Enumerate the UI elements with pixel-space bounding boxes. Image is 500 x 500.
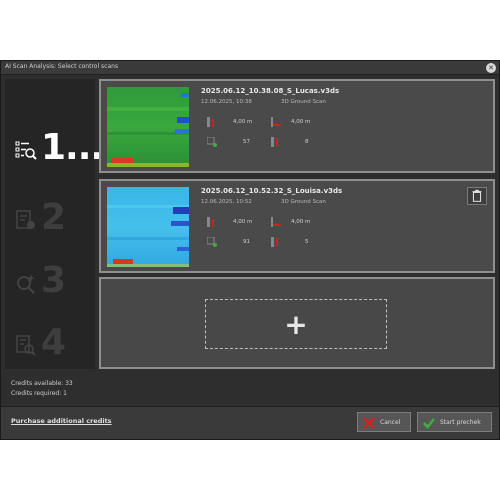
step-number: 3 xyxy=(41,260,66,301)
step-2: 2 xyxy=(5,191,95,251)
scan-length: 4,00 m xyxy=(291,219,311,225)
step-number: 1... xyxy=(41,127,104,168)
plus-icon: + xyxy=(284,308,308,341)
step-rail: 1... 2 3 4 xyxy=(5,79,104,369)
cancel-button[interactable]: Cancel xyxy=(357,412,411,432)
impulses-icon xyxy=(207,137,217,147)
step-1: 1... xyxy=(5,121,104,181)
document-search-icon xyxy=(16,335,36,356)
close-icon[interactable]: ✕ xyxy=(486,63,496,73)
scan-length: 4,00 m xyxy=(291,119,311,125)
scan-name: 2025.06.12_10.38.08_S_Lucas.v3ds xyxy=(201,87,340,95)
scan-depth: 4,00 m xyxy=(233,119,253,125)
step-number: 4 xyxy=(41,322,66,363)
depth-icon xyxy=(207,217,214,227)
credits-info: Credits available: 33 Credits required: … xyxy=(11,379,73,399)
scan-type: 3D Ground Scan xyxy=(281,199,326,205)
lines-icon xyxy=(271,137,278,147)
step-number: 2 xyxy=(41,197,66,238)
scan-depth: 4,00 m xyxy=(233,219,253,225)
impulses-icon xyxy=(207,237,217,247)
document-settings-icon xyxy=(16,210,35,229)
cancel-label: Cancel xyxy=(380,419,401,426)
scan-impulses: 57 xyxy=(243,139,250,145)
scan-type: 3D Ground Scan xyxy=(281,99,326,105)
cross-icon xyxy=(363,417,375,429)
title-bar: AI Scan Analysis: Select control scans ✕ xyxy=(1,61,499,75)
step-3: 3 xyxy=(5,254,95,314)
scan-list: 2025.06.12_10.38.08_S_Lucas.v3ds 12.06.2… xyxy=(99,79,495,369)
magic-search-icon xyxy=(17,274,35,294)
lines-icon xyxy=(271,237,278,247)
start-label: Start prechek xyxy=(440,419,481,426)
length-icon xyxy=(271,117,281,127)
credits-required: Credits required: 1 xyxy=(11,390,67,397)
scan-impulses: 91 xyxy=(243,239,250,245)
length-icon xyxy=(271,217,281,227)
scan-card[interactable]: 2025.06.12_10.38.08_S_Lucas.v3ds 12.06.2… xyxy=(99,79,495,173)
window-title: AI Scan Analysis: Select control scans xyxy=(5,63,119,70)
scan-card[interactable]: 2025.06.12_10.52.32_S_Louisa.v3ds 12.06.… xyxy=(99,179,495,273)
scan-date: 12.06.2025, 10:38 xyxy=(201,99,252,105)
scan-thumbnail xyxy=(107,187,189,267)
add-scan-button[interactable]: + xyxy=(205,299,387,349)
step-4: 4 xyxy=(5,316,95,376)
scan-lines: 5 xyxy=(305,239,309,245)
checkmark-icon xyxy=(423,418,435,429)
add-scan-card: + xyxy=(99,277,495,369)
scan-name: 2025.06.12_10.52.32_S_Louisa.v3ds xyxy=(201,187,343,195)
delete-scan-button[interactable] xyxy=(467,187,487,205)
credits-available: Credits available: 33 xyxy=(11,380,73,387)
scan-thumbnail xyxy=(107,87,189,167)
list-search-icon xyxy=(15,141,37,160)
dialog-footer: Purchase additional credits Cancel Start… xyxy=(1,406,499,439)
purchase-credits-link[interactable]: Purchase additional credits xyxy=(11,417,112,425)
start-precheck-button[interactable]: Start prechek xyxy=(417,412,492,432)
scan-lines: 8 xyxy=(305,139,309,145)
depth-icon xyxy=(207,117,214,127)
scan-date: 12.06.2025, 10:52 xyxy=(201,199,252,205)
scan-selection-dialog: AI Scan Analysis: Select control scans ✕… xyxy=(0,60,500,440)
trash-icon xyxy=(472,189,482,202)
